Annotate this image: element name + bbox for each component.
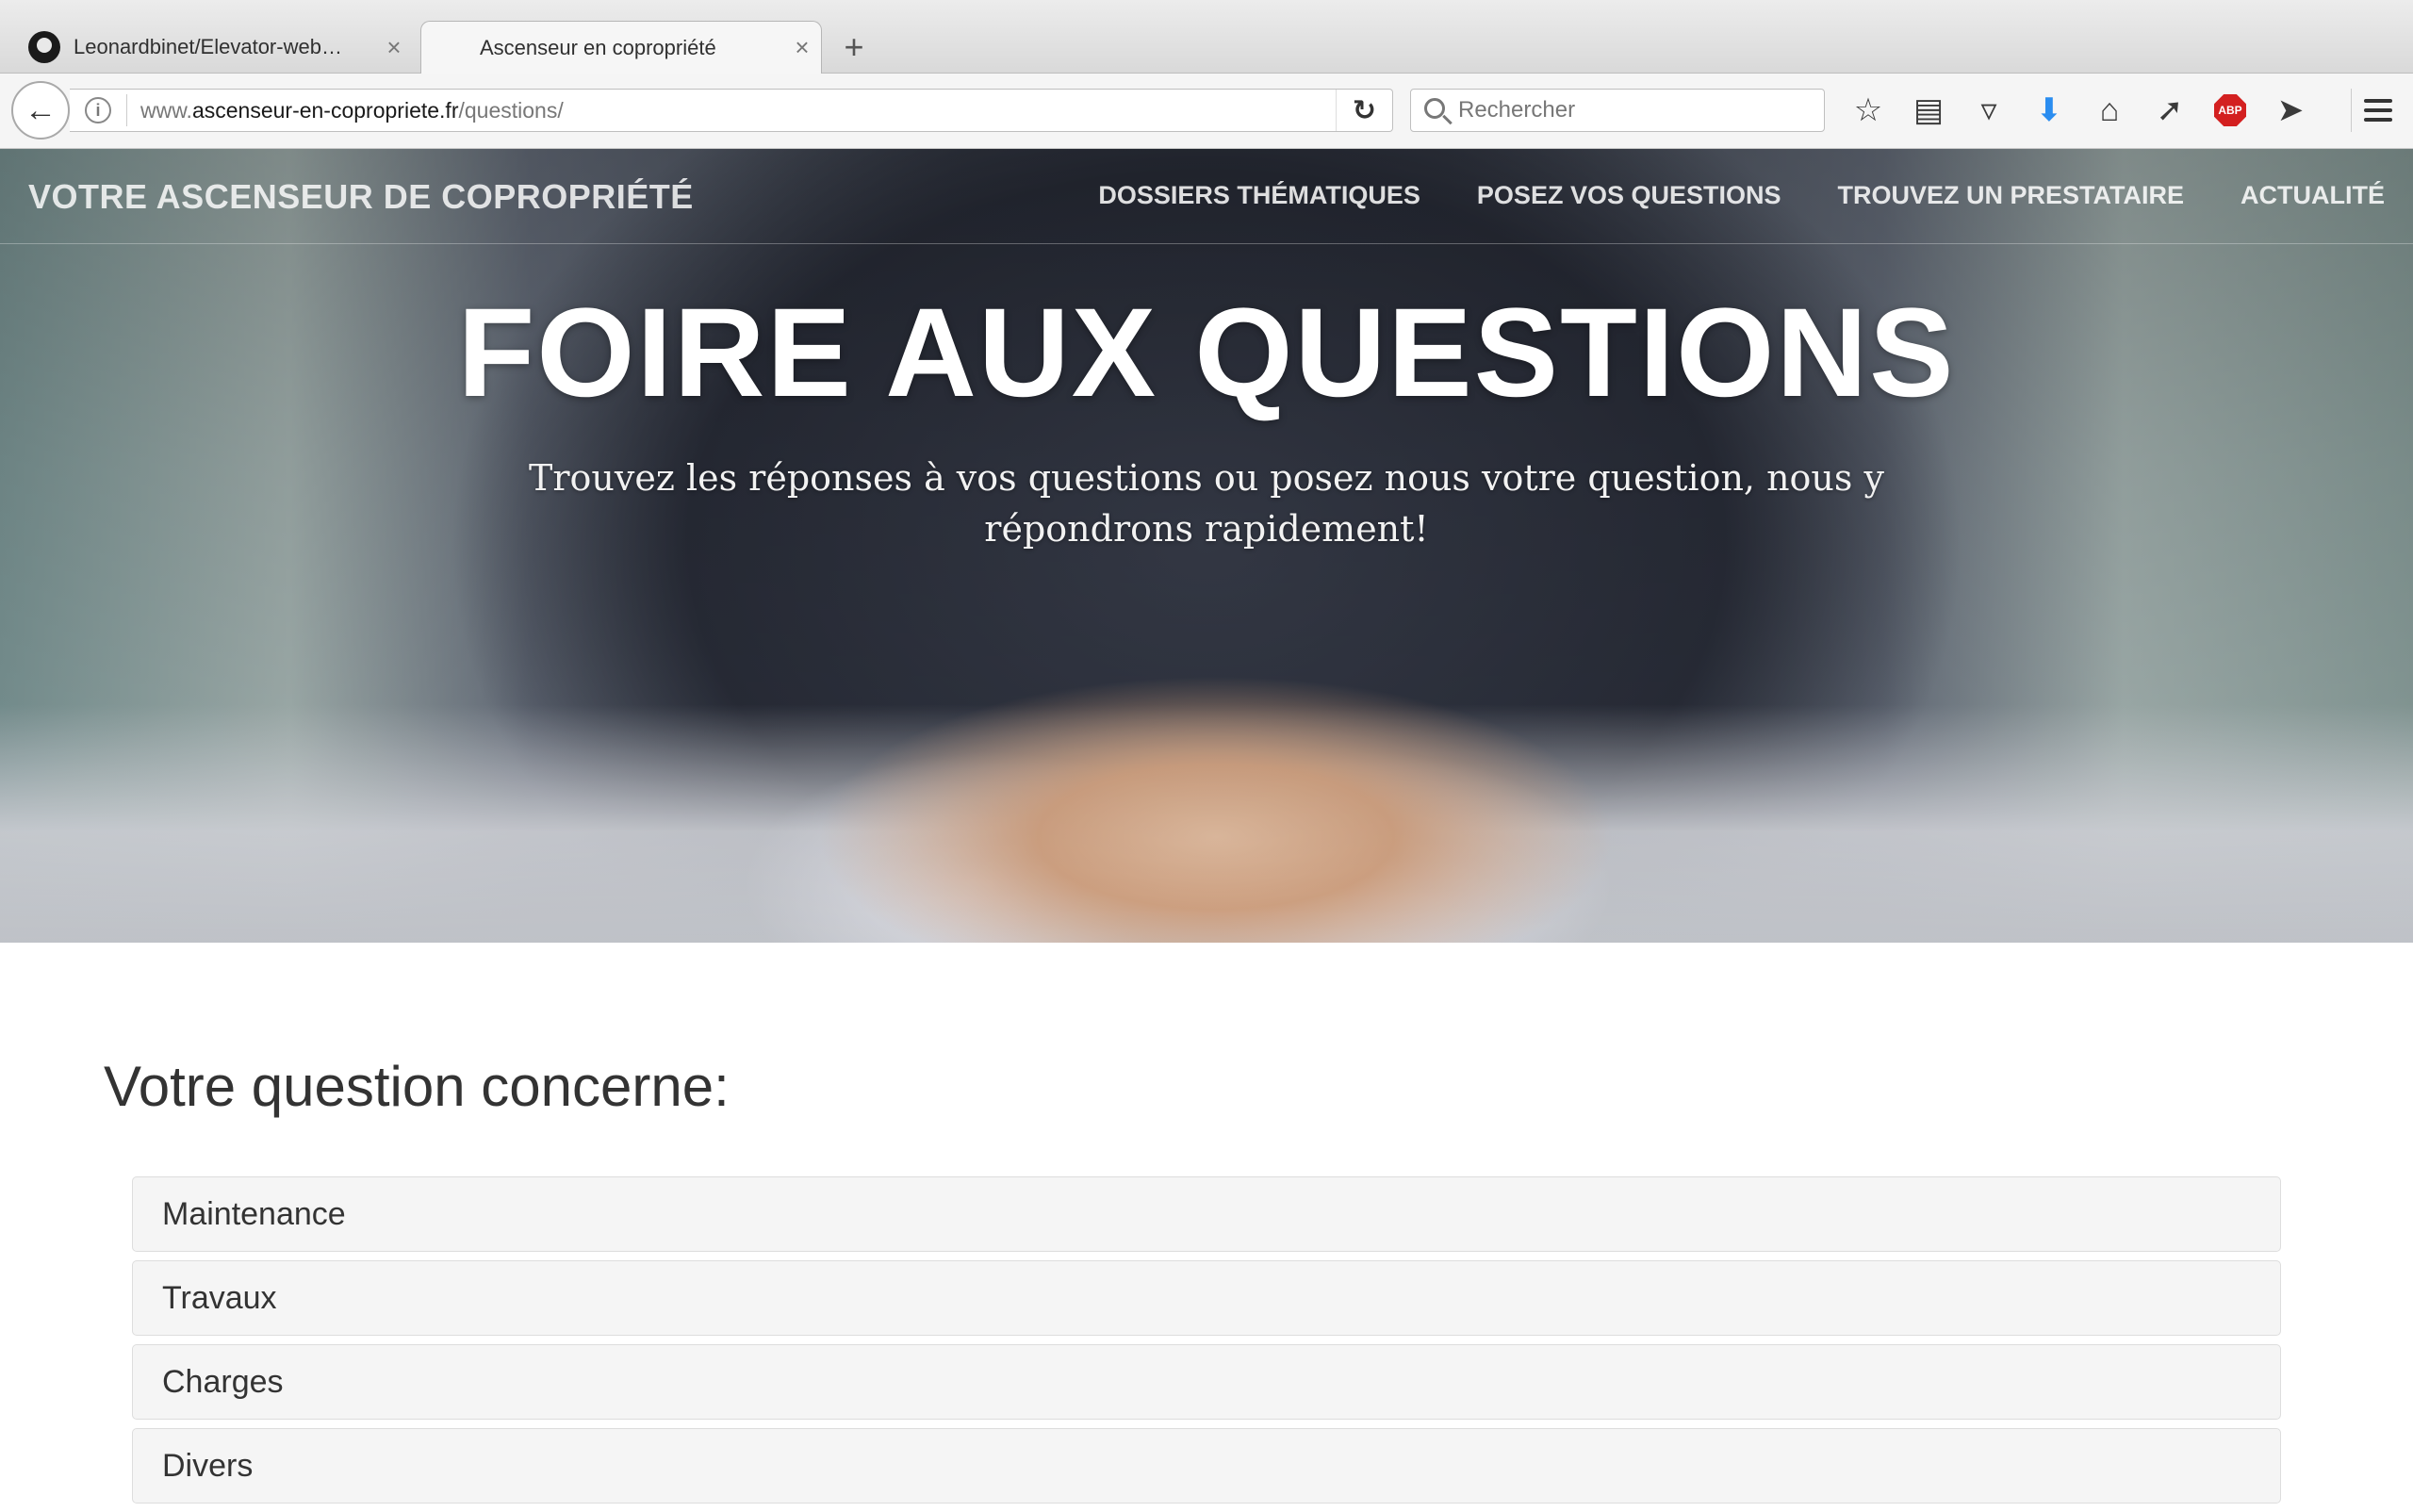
info-icon[interactable]: i [85, 97, 111, 123]
url-path: /questions/ [458, 97, 564, 123]
site-logo-title[interactable]: VOTRE ASCENSEUR DE COPROPRIÉTÉ [28, 177, 694, 217]
search-input[interactable]: Rechercher [1410, 89, 1825, 132]
toolbar-icons: ☆ ▤ ▿ ⬇ ⌂ ➚ ABP ➤ [1838, 87, 2321, 134]
nav-dossiers-thematiques[interactable]: DOSSIERS THÉMATIQUES [1098, 181, 1420, 210]
share-icon[interactable]: ➤ [2260, 87, 2321, 134]
new-tab-button[interactable]: + [833, 26, 875, 68]
url-separator [126, 94, 127, 126]
hero-banner: VOTRE ASCENSEUR DE COPROPRIÉTÉ DOSSIERS … [0, 149, 2413, 943]
tab-title: Leonardbinet/Elevator-web… [74, 35, 342, 58]
page-subtitle: Trouvez les réponses à vos questions ou … [529, 457, 1884, 550]
adblock-icon[interactable]: ABP [2200, 87, 2260, 134]
download-icon[interactable]: ⬇ [2019, 87, 2079, 134]
home-icon[interactable]: ⌂ [2079, 87, 2140, 134]
search-placeholder: Rechercher [1458, 97, 1576, 123]
faq-category-list: Maintenance Travaux Charges Divers [132, 1176, 2281, 1512]
reading-list-icon[interactable]: ▤ [1898, 87, 1959, 134]
faq-category-divers[interactable]: Divers [132, 1428, 2281, 1504]
url-host: ascenseur-en-copropriete.fr [191, 97, 459, 123]
close-icon[interactable]: × [375, 33, 413, 62]
github-icon [28, 31, 60, 63]
site-header: VOTRE ASCENSEUR DE COPROPRIÉTÉ DOSSIERS … [0, 149, 2413, 244]
address-bar[interactable]: i www.ascenseur-en-copropriete.fr/questi… [70, 89, 1393, 132]
hamburger-menu-icon[interactable] [2351, 89, 2404, 132]
faq-heading: Votre question concerne: [104, 1055, 730, 1118]
url-text[interactable]: www.ascenseur-en-copropriete.fr/question… [140, 98, 1336, 123]
nav-actualite[interactable]: ACTUALITÉ [2241, 181, 2385, 210]
tab-title: Ascenseur en copropriété [480, 35, 716, 59]
tab-github[interactable]: Leonardbinet/Elevator-web… × [28, 21, 413, 74]
site-nav: DOSSIERS THÉMATIQUES POSEZ VOS QUESTIONS… [1098, 181, 2385, 210]
browser-tab-bar: Leonardbinet/Elevator-web… × Ascenseur e… [0, 0, 2413, 74]
close-icon[interactable]: × [783, 33, 821, 62]
extension-icon[interactable]: ➚ [2140, 87, 2200, 134]
web-page: VOTRE ASCENSEUR DE COPROPRIÉTÉ DOSSIERS … [0, 149, 2413, 1508]
tab-ascenseur[interactable]: Ascenseur en copropriété × [420, 21, 822, 74]
page-title: FOIRE AUX QUESTIONS [457, 283, 1956, 423]
search-icon [1424, 98, 1445, 119]
pocket-icon[interactable]: ▿ [1959, 87, 2019, 134]
url-prefix: www. [140, 97, 192, 123]
faq-category-travaux[interactable]: Travaux [132, 1260, 2281, 1336]
nav-trouvez-un-prestataire[interactable]: TROUVEZ UN PRESTATAIRE [1838, 181, 2185, 210]
faq-category-maintenance[interactable]: Maintenance [132, 1176, 2281, 1252]
back-button[interactable]: ← [11, 81, 70, 140]
faq-category-charges[interactable]: Charges [132, 1344, 2281, 1420]
nav-posez-vos-questions[interactable]: POSEZ VOS QUESTIONS [1477, 181, 1781, 210]
browser-nav-bar: ← i www.ascenseur-en-copropriete.fr/ques… [0, 74, 2413, 149]
arrow-left-icon: ← [25, 91, 57, 128]
faq-section: Votre question concerne: Maintenance Tra… [0, 943, 2413, 1508]
bookmark-star-icon[interactable]: ☆ [1838, 87, 1898, 134]
reload-icon[interactable]: ↻ [1336, 90, 1392, 131]
